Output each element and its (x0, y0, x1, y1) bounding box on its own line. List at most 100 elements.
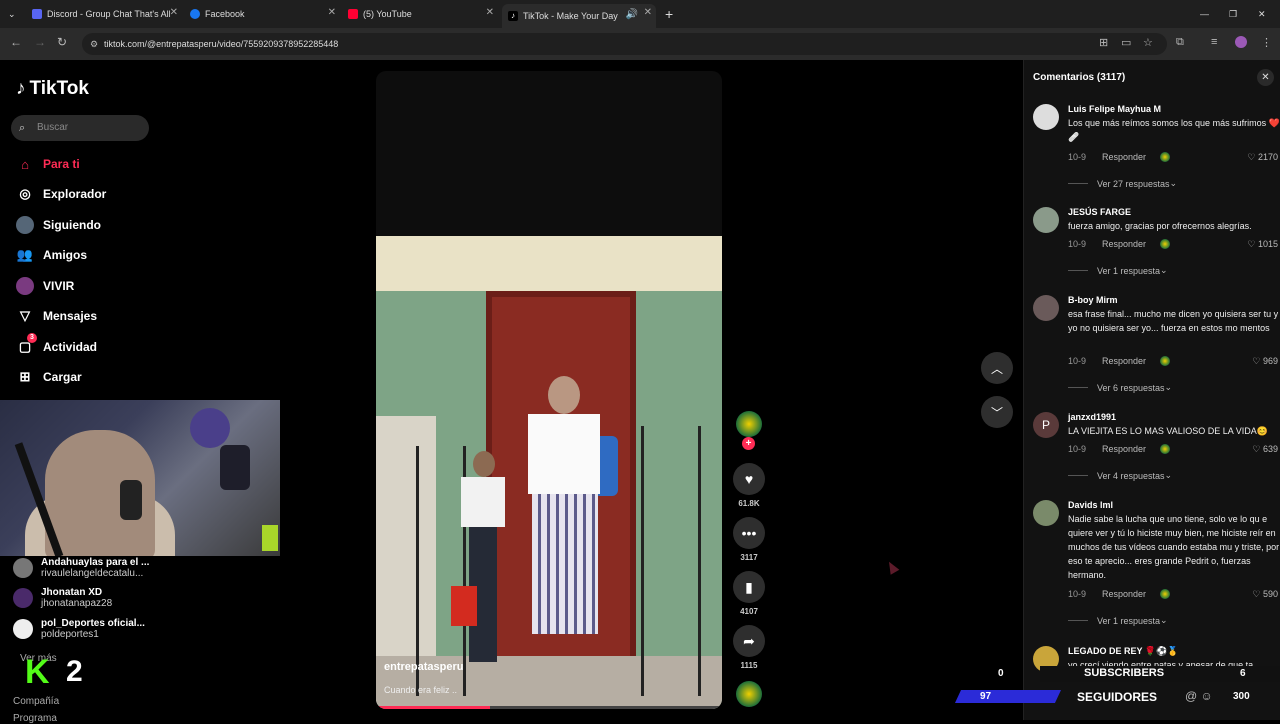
avatar[interactable]: P (1033, 412, 1059, 438)
share-button[interactable]: ➦ 1115 (733, 625, 765, 670)
following-account[interactable]: Andahuaylas para el ... rivaulelangeldeca… (13, 556, 149, 580)
tab-tiktok[interactable]: ♪ TikTok - Make Your Day 🔊 ✕ (502, 4, 656, 28)
avatar[interactable] (1033, 207, 1059, 233)
profile-avatar[interactable] (1235, 36, 1247, 48)
extensions-icon[interactable]: ⧉ (1176, 36, 1188, 48)
reply-button[interactable]: Responder (1102, 356, 1146, 366)
activity-badge: 3 (27, 333, 37, 343)
tab-facebook[interactable]: Facebook ✕ (190, 4, 336, 24)
next-video-button[interactable]: ﹀ (981, 396, 1013, 428)
like-comment-button[interactable]: ♡ 1015 (1247, 239, 1278, 250)
reply-button[interactable]: Responder (1102, 239, 1146, 249)
reply-button[interactable]: Responder (1102, 152, 1146, 162)
close-tab-icon[interactable]: ✕ (486, 7, 494, 18)
reply-button[interactable]: Responder (1102, 444, 1146, 454)
nav-explorador[interactable]: ◎ Explorador (16, 184, 106, 204)
at-icon[interactable]: @ (1185, 689, 1197, 703)
forward-icon[interactable]: → (34, 35, 46, 49)
chevron-down-icon: ⌄ (1160, 615, 1168, 625)
bookmark-icon: ▮ (733, 571, 765, 603)
back-icon[interactable]: ← (10, 35, 22, 49)
tab-youtube[interactable]: (5) YouTube ✕ (348, 4, 494, 24)
nav-actividad[interactable]: ▢ 3 Actividad (16, 333, 97, 357)
upload-icon: ⊞ (19, 369, 31, 384)
chevron-down-icon: ⌄ (1160, 265, 1168, 275)
like-comment-button[interactable]: ♡ 969 (1252, 356, 1278, 367)
nav-siguiendo[interactable]: Siguiendo (16, 215, 101, 235)
close-tab-icon[interactable]: ✕ (170, 7, 178, 18)
view-replies-button[interactable]: Ver 1 respuesta ⌄ (1068, 615, 1168, 626)
video-player[interactable]: entrepatasperu Cuando era feliz .. (376, 71, 722, 709)
reading-list-icon[interactable]: ≡ (1211, 36, 1223, 48)
reply-button[interactable]: Responder (1102, 589, 1146, 599)
footer-programa[interactable]: Programa (13, 713, 57, 724)
nav-amigos[interactable]: 👥 Amigos (16, 245, 87, 265)
address-bar[interactable]: ⚙ tiktok.com/@entrepatasperu/video/755920… (82, 33, 1167, 55)
home-icon: ⌂ (21, 156, 29, 172)
tab-discord[interactable]: Discord - Group Chat That's All ✕ (32, 4, 178, 24)
nav-para-ti[interactable]: ⌂ Para ti (16, 154, 80, 174)
like-button[interactable]: ♥ 61.8K (733, 463, 765, 508)
chevron-down-icon: ⌄ (1164, 470, 1173, 480)
minimize-icon[interactable]: — (1200, 4, 1212, 24)
followers-left-count: 97 (980, 691, 992, 702)
search-icon: ⌕ (19, 122, 26, 134)
follow-plus-icon[interactable]: + (742, 437, 755, 450)
avatar[interactable] (1033, 500, 1059, 526)
comment-icon: ••• (733, 517, 765, 549)
view-replies-button[interactable]: Ver 4 respuestas ⌄ (1068, 470, 1172, 481)
maximize-icon[interactable]: ❐ (1229, 4, 1241, 24)
close-comments-button[interactable]: ✕ (1257, 69, 1274, 86)
messages-icon: ▽ (20, 308, 30, 323)
followers-count: 300 (1233, 691, 1250, 702)
reload-icon[interactable]: ↻ (57, 35, 67, 49)
microphone (120, 480, 142, 520)
menu-dots-icon[interactable]: ⋮ (1261, 36, 1273, 49)
nav-vivir[interactable]: VIVIR (16, 276, 74, 296)
like-comment-button[interactable]: ♡ 2170 (1247, 152, 1278, 163)
nav-cargar[interactable]: ⊞ Cargar (16, 367, 82, 387)
discord-icon (32, 9, 42, 19)
new-tab-button[interactable]: + (665, 4, 677, 24)
subscribers-count: 6 (1240, 668, 1246, 679)
video-frame (376, 236, 722, 709)
creator-liked-icon (1160, 152, 1171, 162)
avatar[interactable] (1033, 104, 1059, 130)
following-account[interactable]: pol_Deportes oficial... poldeportes1 (13, 617, 145, 641)
avatar[interactable] (1033, 295, 1059, 321)
view-replies-button[interactable]: Ver 6 respuestas ⌄ (1068, 382, 1172, 393)
video-progress-bar[interactable] (376, 706, 722, 709)
following-account[interactable]: Jhonatan XD jhonatanapaz28 (13, 586, 112, 610)
search-input[interactable]: ⌕ Buscar (11, 115, 149, 141)
comment-button[interactable]: ••• 3117 (733, 517, 765, 562)
heart-outline-icon: ♡ (1247, 152, 1256, 162)
footer-compania[interactable]: Compañía (13, 696, 59, 707)
translate-icon[interactable]: ⊞ (1099, 36, 1111, 49)
view-replies-button[interactable]: Ver 27 respuestas ⌄ (1068, 178, 1177, 189)
previous-video-button[interactable]: ︿ (981, 352, 1013, 384)
tiktok-logo[interactable]: ♪ TikTok (16, 78, 89, 100)
site-info-icon[interactable]: ⚙ (90, 33, 98, 55)
like-comment-button[interactable]: ♡ 639 (1252, 444, 1278, 455)
video-author[interactable]: entrepatasperu (384, 661, 463, 673)
video-caption: Cuando era feliz .. (384, 685, 458, 695)
comments-title: Comentarios (3117) (1033, 72, 1126, 83)
save-button[interactable]: ▮ 4107 (733, 571, 765, 616)
live-icon (16, 277, 34, 295)
heart-outline-icon: ♡ (1247, 239, 1256, 249)
tab-search-button[interactable]: ⌄ (8, 4, 22, 24)
bookmark-star-icon[interactable]: ☆ (1143, 36, 1155, 49)
close-window-icon[interactable]: ✕ (1258, 4, 1270, 24)
chevron-down-icon: ⌄ (8, 8, 16, 19)
creator-avatar[interactable] (736, 411, 762, 437)
close-tab-icon[interactable]: ✕ (644, 7, 652, 18)
close-tab-icon[interactable]: ✕ (328, 7, 336, 18)
mouse-cursor (884, 559, 900, 575)
emoji-icon[interactable]: ☺ (1201, 689, 1213, 703)
view-replies-button[interactable]: Ver 1 respuesta ⌄ (1068, 265, 1168, 276)
cast-icon[interactable]: ▭ (1121, 36, 1133, 49)
music-disc[interactable] (736, 681, 762, 707)
nav-mensajes[interactable]: ▽ Mensajes (16, 306, 97, 326)
like-comment-button[interactable]: ♡ 590 (1252, 589, 1278, 600)
speaker-icon[interactable]: 🔊 (626, 9, 638, 20)
